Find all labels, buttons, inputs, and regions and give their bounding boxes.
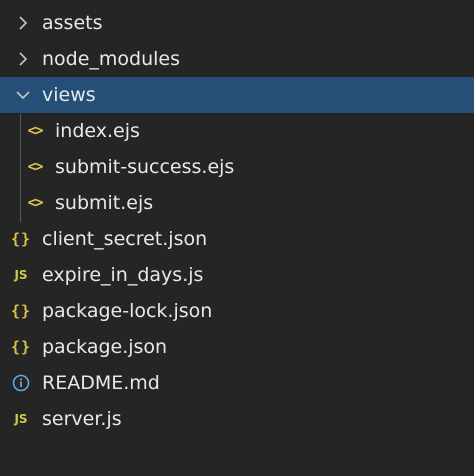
file-label: package-lock.json xyxy=(42,300,213,322)
ejs-icon: <> xyxy=(27,195,44,211)
json-icon: {} xyxy=(10,338,32,356)
file-item[interactable]: {} client_secret.json xyxy=(0,221,474,257)
folder-label: node_modules xyxy=(42,48,181,70)
file-label: README.md xyxy=(42,372,160,394)
ejs-icon: <> xyxy=(27,159,44,175)
json-icon: {} xyxy=(10,302,32,320)
file-item[interactable]: JS server.js xyxy=(0,401,474,437)
js-icon: JS xyxy=(14,268,28,282)
file-item[interactable]: {} package.json xyxy=(0,329,474,365)
file-label: index.ejs xyxy=(55,120,140,142)
folder-label: assets xyxy=(42,12,103,34)
file-item[interactable]: JS expire_in_days.js xyxy=(0,257,474,293)
file-label: expire_in_days.js xyxy=(42,264,204,286)
folder-node-modules[interactable]: node_modules xyxy=(0,41,474,77)
chevron-right-icon[interactable] xyxy=(14,5,32,41)
folder-views[interactable]: views xyxy=(0,77,474,113)
file-item[interactable]: README.md xyxy=(0,365,474,401)
ejs-icon: <> xyxy=(27,123,44,139)
chevron-down-icon[interactable] xyxy=(14,77,32,113)
folder-label: views xyxy=(42,84,96,106)
file-label: submit-success.ejs xyxy=(55,156,235,178)
file-label: package.json xyxy=(42,336,168,358)
file-item[interactable]: <> submit.ejs xyxy=(0,185,474,221)
js-icon: JS xyxy=(14,412,28,426)
file-explorer: assets node_modules views <> index.ejs <… xyxy=(0,0,474,476)
file-item[interactable]: {} package-lock.json xyxy=(0,293,474,329)
file-label: server.js xyxy=(42,408,122,430)
file-item[interactable]: <> index.ejs xyxy=(0,113,474,149)
file-item[interactable]: <> submit-success.ejs xyxy=(0,149,474,185)
chevron-right-icon[interactable] xyxy=(14,41,32,77)
info-icon xyxy=(10,365,32,401)
file-label: client_secret.json xyxy=(42,228,208,250)
json-icon: {} xyxy=(10,230,32,248)
file-label: submit.ejs xyxy=(55,192,154,214)
folder-assets[interactable]: assets xyxy=(0,5,474,41)
